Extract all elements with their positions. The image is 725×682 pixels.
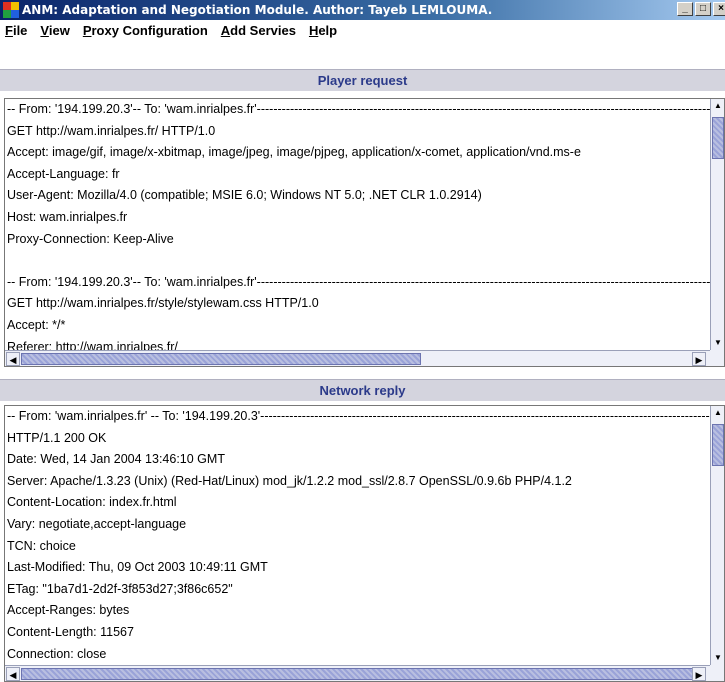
menu-bar: File View Proxy Configuration Add Servie… (0, 20, 725, 41)
network-reply-header: Network reply (0, 379, 725, 401)
text-line: Host: wam.inrialpes.fr (7, 209, 128, 224)
text-line: TCN: choice (7, 538, 76, 553)
menu-view[interactable]: View (35, 23, 77, 38)
text-line: Accept-Ranges: bytes (7, 603, 130, 618)
text-line: Accept: image/gif, image/x-xbitmap, imag… (7, 145, 581, 160)
text-line: HTTP/1.1 200 OK (7, 430, 107, 445)
maximize-button[interactable]: □ (695, 2, 711, 16)
minimize-button[interactable]: _ (677, 2, 693, 16)
player-request-panel[interactable]: -- From: '194.199.20.3'-- To: 'wam.inria… (4, 98, 725, 367)
text-line: -- From: '194.199.20.3'-- To: 'wam.inria… (7, 102, 710, 116)
text-line: Date: Wed, 14 Jan 2004 13:46:10 GMT (7, 452, 225, 467)
window-title: ANM: Adaptation and Negotiation Module. … (22, 3, 493, 17)
text-line: Accept-Language: fr (7, 166, 120, 181)
text-line: Proxy-Connection: Keep-Alive (7, 231, 174, 246)
scroll-thumb[interactable] (21, 668, 701, 680)
scroll-down-icon[interactable]: ▼ (711, 336, 724, 350)
scroll-down-icon[interactable]: ▼ (711, 651, 724, 665)
scroll-up-icon[interactable]: ▲ (711, 99, 724, 113)
scroll-corner (710, 665, 724, 681)
text-line: Connection: close (7, 646, 107, 661)
menu-help[interactable]: Help (304, 23, 345, 38)
scroll-left-icon[interactable]: ◀ (6, 352, 20, 366)
window-controls: _ □ × (675, 2, 725, 16)
menu-file[interactable]: File (0, 23, 35, 38)
close-button[interactable]: × (713, 2, 725, 16)
text-line (7, 250, 710, 272)
text-line: -- From: 'wam.inrialpes.fr' -- To: '194.… (7, 409, 710, 423)
player-request-vscrollbar[interactable]: ▲ ▼ (710, 99, 724, 350)
text-line: Accept: */* (7, 317, 66, 332)
text-line: GET http://wam.inrialpes.fr/style/stylew… (7, 296, 319, 311)
network-reply-text[interactable]: -- From: 'wam.inrialpes.fr' -- To: '194.… (7, 406, 710, 665)
network-reply-vscrollbar[interactable]: ▲ ▼ (710, 406, 724, 665)
player-request-hscrollbar[interactable]: ◀ ▶ (5, 350, 724, 366)
network-reply-panel[interactable]: -- From: 'wam.inrialpes.fr' -- To: '194.… (4, 405, 725, 682)
text-line: -- From: '194.199.20.3'-- To: 'wam.inria… (7, 274, 710, 289)
scroll-up-icon[interactable]: ▲ (711, 406, 724, 420)
menu-add-services[interactable]: Add Servies (216, 23, 304, 38)
app-window: ANM: Adaptation and Negotiation Module. … (0, 0, 725, 682)
text-line: Content-Length: 11567 (7, 624, 134, 639)
player-request-text[interactable]: -- From: '194.199.20.3'-- To: 'wam.inria… (7, 99, 710, 350)
menu-proxy-configuration[interactable]: Proxy Configuration (78, 23, 216, 38)
text-line: Vary: negotiate,accept-language (7, 516, 187, 531)
scroll-right-icon[interactable]: ▶ (692, 352, 706, 366)
scroll-left-icon[interactable]: ◀ (6, 667, 20, 681)
text-line: Referer: http://wam.inrialpes.fr/ (7, 339, 178, 350)
text-line: Last-Modified: Thu, 09 Oct 2003 10:49:11… (7, 560, 268, 575)
scroll-thumb[interactable] (712, 424, 724, 466)
scroll-thumb[interactable] (712, 117, 724, 159)
scroll-corner (710, 350, 724, 366)
text-line: Server: Apache/1.3.23 (Unix) (Red-Hat/Li… (7, 473, 572, 488)
player-request-header: Player request (0, 69, 725, 91)
scroll-thumb[interactable] (21, 353, 421, 365)
scroll-right-icon[interactable]: ▶ (692, 667, 706, 681)
text-line: User-Agent: Mozilla/4.0 (compatible; MSI… (7, 188, 482, 203)
network-reply-hscrollbar[interactable]: ◀ ▶ (5, 665, 724, 681)
text-line: GET http://wam.inrialpes.fr/ HTTP/1.0 (7, 123, 216, 138)
app-icon (3, 2, 19, 18)
text-line: Content-Location: index.fr.html (7, 495, 177, 510)
text-line: ETag: "1ba7d1-2d2f-3f853d27;3f86c652" (7, 581, 233, 596)
title-bar[interactable]: ANM: Adaptation and Negotiation Module. … (0, 0, 725, 20)
